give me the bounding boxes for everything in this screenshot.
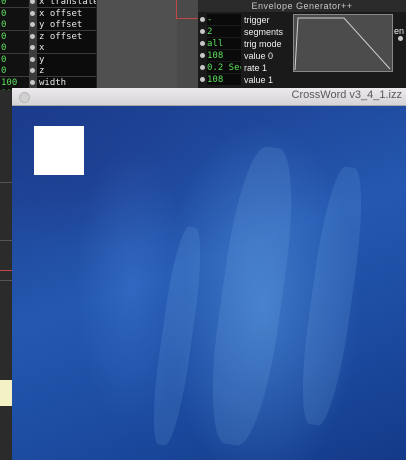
param-row: 0y bbox=[0, 53, 97, 66]
envelope-value-field[interactable]: 0.2 Sec bbox=[207, 62, 241, 73]
envelope-input-label: trig mode bbox=[244, 39, 282, 49]
param-value-field[interactable]: 0 bbox=[0, 19, 29, 30]
param-row: 0 y offset bbox=[0, 19, 97, 31]
param-value-field[interactable]: 0 bbox=[0, 0, 29, 7]
envelope-input-row: - trigger bbox=[198, 14, 294, 26]
envelope-input-row: 108 value 1 bbox=[198, 74, 294, 86]
envelope-output-port[interactable] bbox=[398, 36, 403, 41]
patch-cable[interactable] bbox=[176, 0, 177, 18]
input-port[interactable] bbox=[30, 0, 35, 4]
envelope-value-field[interactable]: 2 bbox=[207, 26, 241, 37]
param-label: z offset bbox=[37, 30, 97, 42]
envelope-curve bbox=[294, 17, 391, 71]
param-row: 0x bbox=[0, 42, 97, 54]
input-port[interactable] bbox=[200, 29, 205, 34]
input-port[interactable] bbox=[30, 10, 35, 16]
param-label: x offset bbox=[37, 7, 97, 19]
envelope-generator-title[interactable]: Envelope Generator++ bbox=[198, 0, 406, 12]
envelope-value-field[interactable]: - bbox=[207, 14, 241, 25]
white-square-image bbox=[34, 126, 84, 175]
param-value-field[interactable]: 0 bbox=[0, 42, 29, 53]
strip-divider bbox=[0, 240, 12, 241]
param-label: y bbox=[37, 53, 97, 65]
input-port[interactable] bbox=[30, 68, 35, 73]
envelope-value-field[interactable]: 108 bbox=[207, 50, 241, 61]
window-titlebar[interactable]: CrossWord v3_4_1.izz bbox=[12, 88, 406, 106]
input-port[interactable] bbox=[200, 53, 205, 58]
stage-canvas[interactable] bbox=[12, 106, 406, 460]
input-port[interactable] bbox=[30, 45, 35, 50]
patch-cable[interactable] bbox=[176, 18, 198, 19]
light-streak bbox=[294, 164, 370, 428]
param-label: x translate bbox=[37, 0, 97, 7]
input-port[interactable] bbox=[30, 56, 35, 62]
patch-cable[interactable] bbox=[0, 270, 12, 271]
envelope-input-row: 0.2 Secrate 1 bbox=[198, 62, 294, 74]
background-text-field[interactable] bbox=[0, 380, 12, 406]
input-port[interactable] bbox=[30, 22, 35, 27]
param-value-field[interactable]: 0 bbox=[0, 30, 29, 42]
param-value-field[interactable]: 100 bbox=[0, 76, 29, 88]
envelope-value-field[interactable]: all bbox=[207, 38, 241, 49]
envelope-input-row: 108 value 0 bbox=[198, 50, 294, 62]
input-port[interactable] bbox=[200, 41, 205, 46]
param-value-field[interactable]: 0 bbox=[0, 53, 29, 65]
window-title: CrossWord v3_4_1.izz bbox=[291, 89, 402, 101]
input-port[interactable] bbox=[30, 79, 35, 85]
envelope-input-label: value 1 bbox=[244, 75, 274, 85]
input-port[interactable] bbox=[200, 17, 205, 22]
param-row: 0z bbox=[0, 65, 97, 77]
param-value-field[interactable]: 0 bbox=[0, 7, 29, 19]
input-port[interactable] bbox=[30, 33, 35, 39]
param-label: x bbox=[37, 42, 97, 53]
editor-gap bbox=[97, 0, 177, 90]
envelope-input-row: all trig mode bbox=[198, 38, 294, 50]
param-value-field[interactable]: 0 bbox=[0, 65, 29, 76]
param-label: z bbox=[37, 65, 97, 76]
envelope-input-label: rate 1 bbox=[244, 63, 268, 73]
envelope-output-label: en bbox=[394, 26, 405, 36]
input-port[interactable] bbox=[200, 77, 205, 82]
input-port[interactable] bbox=[200, 65, 205, 70]
envelope-input-label: segments bbox=[244, 27, 284, 37]
strip-divider bbox=[0, 182, 12, 183]
envelope-value-field[interactable]: 108 bbox=[207, 74, 241, 85]
light-streak bbox=[146, 224, 208, 448]
param-label: y offset bbox=[37, 19, 97, 30]
stage-window[interactable]: CrossWord v3_4_1.izz bbox=[12, 88, 406, 460]
envelope-graph bbox=[293, 14, 393, 72]
envelope-input-row: 2 segments bbox=[198, 26, 294, 38]
param-row: 100 width bbox=[0, 76, 97, 89]
envelope-input-label: value 0 bbox=[244, 51, 274, 61]
param-row: 0 z offset bbox=[0, 30, 97, 43]
light-streak bbox=[201, 143, 303, 449]
param-label: width bbox=[37, 76, 97, 88]
param-row: 0 x offset bbox=[0, 7, 97, 20]
strip-divider bbox=[0, 280, 12, 281]
window-close-button[interactable] bbox=[19, 92, 30, 103]
envelope-input-label: trigger bbox=[244, 15, 270, 25]
